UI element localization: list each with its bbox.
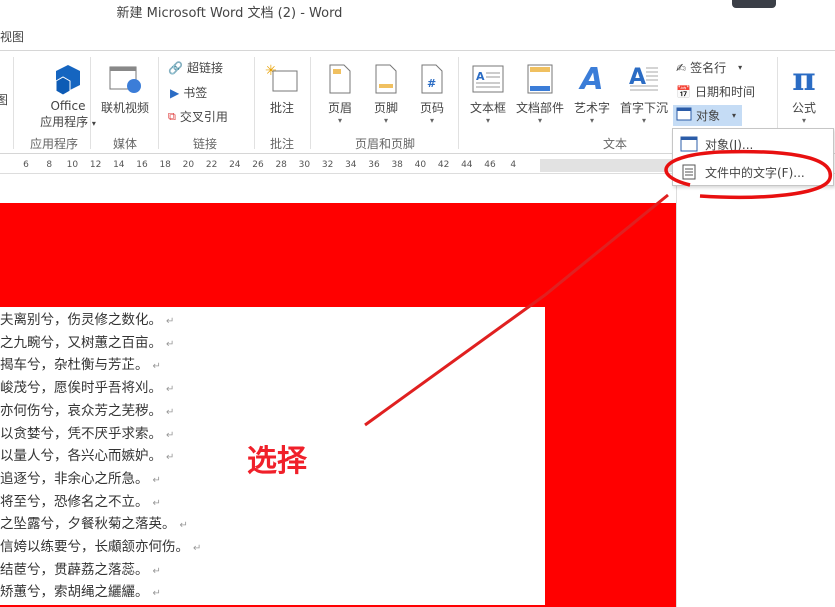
annotation-label: 选择 [247, 444, 307, 479]
annotation-marks [364, 149, 832, 427]
